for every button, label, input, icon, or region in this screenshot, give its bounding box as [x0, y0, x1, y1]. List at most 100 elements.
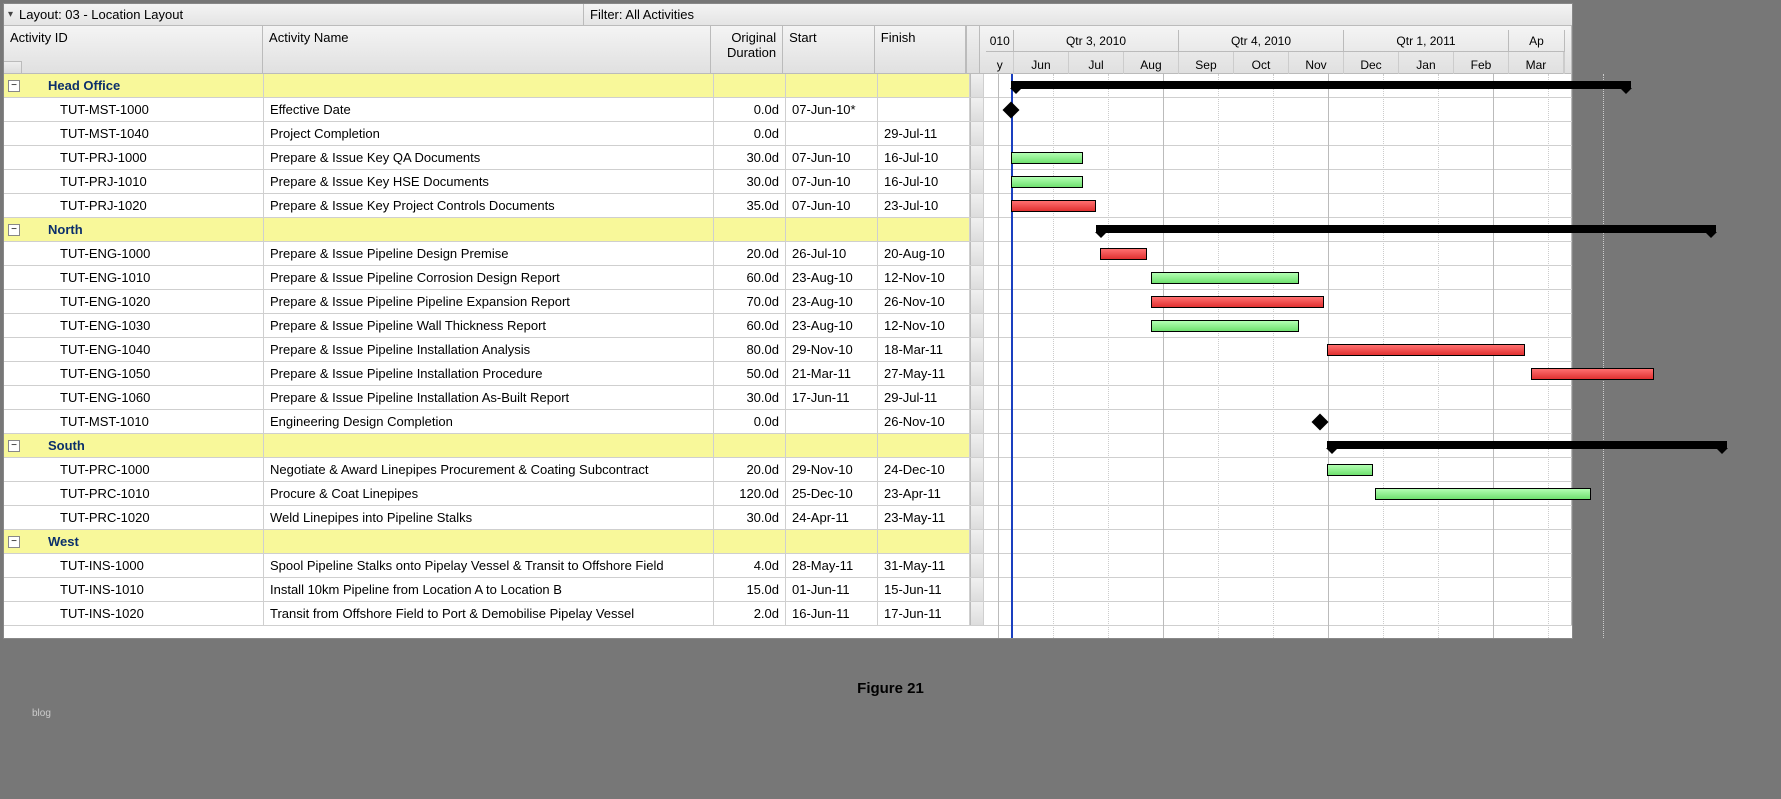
toolbar: ▾ Layout: 03 - Location Layout Filter: A…: [4, 4, 1572, 26]
collapse-icon[interactable]: −: [8, 80, 20, 92]
activity-row[interactable]: TUT-PRC-1010Procure & Coat Linepipes120.…: [4, 482, 1572, 506]
cell-finish: 29-Jul-11: [878, 386, 970, 409]
cell-activity-name: Prepare & Issue Pipeline Installation As…: [264, 386, 714, 409]
timescale-quarter: Qtr 3, 2010: [1014, 30, 1179, 51]
cell-activity-name: Spool Pipeline Stalks onto Pipelay Vesse…: [264, 554, 714, 577]
col-duration[interactable]: Original Duration: [711, 26, 783, 73]
col-activity-id[interactable]: Activity ID: [4, 26, 263, 73]
cell-finish: 20-Aug-10: [878, 242, 970, 265]
cell-duration: 20.0d: [714, 458, 786, 481]
cell-activity-name: Prepare & Issue Pipeline Pipeline Expans…: [264, 290, 714, 313]
cell-activity-id: TUT-ENG-1000: [4, 242, 264, 265]
group-label: North: [48, 222, 83, 237]
activity-row[interactable]: TUT-ENG-1020Prepare & Issue Pipeline Pip…: [4, 290, 1572, 314]
collapse-icon[interactable]: −: [8, 536, 20, 548]
activity-row[interactable]: TUT-MST-1000Effective Date0.0d07-Jun-10*: [4, 98, 1572, 122]
group-label: South: [48, 438, 85, 453]
cell-activity-name: Prepare & Issue Pipeline Installation An…: [264, 338, 714, 361]
cell-finish: 16-Jul-10: [878, 146, 970, 169]
schedule-window: ▾ Layout: 03 - Location Layout Filter: A…: [3, 3, 1573, 639]
timescale-quarter: Ap: [1509, 30, 1565, 51]
cell-duration: 30.0d: [714, 386, 786, 409]
cell-duration: 0.0d: [714, 98, 786, 121]
timescale-year: 010: [986, 30, 1014, 51]
collapse-icon[interactable]: −: [8, 440, 20, 452]
group-row[interactable]: − South: [4, 434, 1572, 458]
chevron-down-icon: ▾: [8, 9, 13, 20]
sort-handle-icon[interactable]: [4, 61, 22, 73]
cell-finish: 23-May-11: [878, 506, 970, 529]
activity-row[interactable]: TUT-ENG-1040Prepare & Issue Pipeline Ins…: [4, 338, 1572, 362]
activity-row[interactable]: TUT-ENG-1060Prepare & Issue Pipeline Ins…: [4, 386, 1572, 410]
watermark: blog: [32, 708, 51, 719]
timescale-quarter: Qtr 4, 2010: [1179, 30, 1344, 51]
activity-row[interactable]: TUT-INS-1010Install 10km Pipeline from L…: [4, 578, 1572, 602]
cell-activity-name: Prepare & Issue Key HSE Documents: [264, 170, 714, 193]
group-row[interactable]: − Head Office: [4, 74, 1572, 98]
cell-finish: 23-Jul-10: [878, 194, 970, 217]
cell-activity-name: Transit from Offshore Field to Port & De…: [264, 602, 714, 625]
cell-activity-id: TUT-INS-1020: [4, 602, 264, 625]
cell-start: 07-Jun-10: [786, 146, 878, 169]
activity-row[interactable]: TUT-PRC-1020Weld Linepipes into Pipeline…: [4, 506, 1572, 530]
cell-start: 26-Jul-10: [786, 242, 878, 265]
filter-selector[interactable]: Filter: All Activities: [584, 4, 1572, 25]
group-label: West: [48, 534, 79, 549]
cell-duration: 70.0d: [714, 290, 786, 313]
cell-finish: 23-Apr-11: [878, 482, 970, 505]
cell-start: 01-Jun-11: [786, 578, 878, 601]
cell-duration: 15.0d: [714, 578, 786, 601]
activity-row[interactable]: TUT-PRJ-1010Prepare & Issue Key HSE Docu…: [4, 170, 1572, 194]
cell-start: [786, 122, 878, 145]
layout-selector[interactable]: ▾ Layout: 03 - Location Layout: [4, 4, 584, 25]
cell-activity-id: TUT-PRJ-1020: [4, 194, 264, 217]
cell-activity-name: Prepare & Issue Pipeline Installation Pr…: [264, 362, 714, 385]
activity-row[interactable]: TUT-PRC-1000Negotiate & Award Linepipes …: [4, 458, 1572, 482]
cell-activity-id: TUT-INS-1010: [4, 578, 264, 601]
cell-finish: 29-Jul-11: [878, 122, 970, 145]
group-label: Head Office: [48, 78, 120, 93]
cell-activity-name: Install 10km Pipeline from Location A to…: [264, 578, 714, 601]
timescale[interactable]: 010Qtr 3, 2010Qtr 4, 2010Qtr 1, 2011ApyJ…: [980, 26, 1572, 73]
cell-finish: 15-Jun-11: [878, 578, 970, 601]
col-activity-name[interactable]: Activity Name: [263, 26, 711, 73]
activity-row[interactable]: TUT-INS-1000Spool Pipeline Stalks onto P…: [4, 554, 1572, 578]
col-finish[interactable]: Finish: [875, 26, 967, 73]
activity-row[interactable]: TUT-ENG-1000Prepare & Issue Pipeline Des…: [4, 242, 1572, 266]
cell-finish: 26-Nov-10: [878, 290, 970, 313]
cell-duration: 30.0d: [714, 146, 786, 169]
cell-duration: 2.0d: [714, 602, 786, 625]
cell-finish: 26-Nov-10: [878, 410, 970, 433]
activity-row[interactable]: TUT-MST-1040Project Completion0.0d29-Jul…: [4, 122, 1572, 146]
cell-activity-name: Prepare & Issue Key Project Controls Doc…: [264, 194, 714, 217]
activity-row[interactable]: TUT-PRJ-1000Prepare & Issue Key QA Docum…: [4, 146, 1572, 170]
cell-duration: 0.0d: [714, 410, 786, 433]
cell-finish: 16-Jul-10: [878, 170, 970, 193]
activity-row[interactable]: TUT-INS-1020Transit from Offshore Field …: [4, 602, 1572, 626]
group-row[interactable]: − North: [4, 218, 1572, 242]
collapse-icon[interactable]: −: [8, 224, 20, 236]
cell-activity-id: TUT-ENG-1040: [4, 338, 264, 361]
cell-activity-id: TUT-ENG-1030: [4, 314, 264, 337]
cell-start: 29-Nov-10: [786, 458, 878, 481]
activity-row[interactable]: TUT-ENG-1010Prepare & Issue Pipeline Cor…: [4, 266, 1572, 290]
group-row[interactable]: − West: [4, 530, 1572, 554]
cell-duration: 30.0d: [714, 506, 786, 529]
cell-finish: 18-Mar-11: [878, 338, 970, 361]
cell-activity-id: TUT-PRC-1000: [4, 458, 264, 481]
col-start[interactable]: Start: [783, 26, 875, 73]
activity-row[interactable]: TUT-PRJ-1020Prepare & Issue Key Project …: [4, 194, 1572, 218]
cell-start: 28-May-11: [786, 554, 878, 577]
filter-label: Filter: All Activities: [590, 7, 694, 22]
grid-body[interactable]: − Head Office TUT-MST-1000Effective Date0.…: [4, 74, 1572, 638]
cell-finish: 24-Dec-10: [878, 458, 970, 481]
activity-row[interactable]: TUT-ENG-1050Prepare & Issue Pipeline Ins…: [4, 362, 1572, 386]
cell-duration: 80.0d: [714, 338, 786, 361]
cell-activity-id: TUT-ENG-1010: [4, 266, 264, 289]
activity-row[interactable]: TUT-ENG-1030Prepare & Issue Pipeline Wal…: [4, 314, 1572, 338]
activity-row[interactable]: TUT-MST-1010Engineering Design Completio…: [4, 410, 1572, 434]
cell-start: 29-Nov-10: [786, 338, 878, 361]
cell-activity-name: Engineering Design Completion: [264, 410, 714, 433]
cell-start: 25-Dec-10: [786, 482, 878, 505]
cell-duration: 120.0d: [714, 482, 786, 505]
